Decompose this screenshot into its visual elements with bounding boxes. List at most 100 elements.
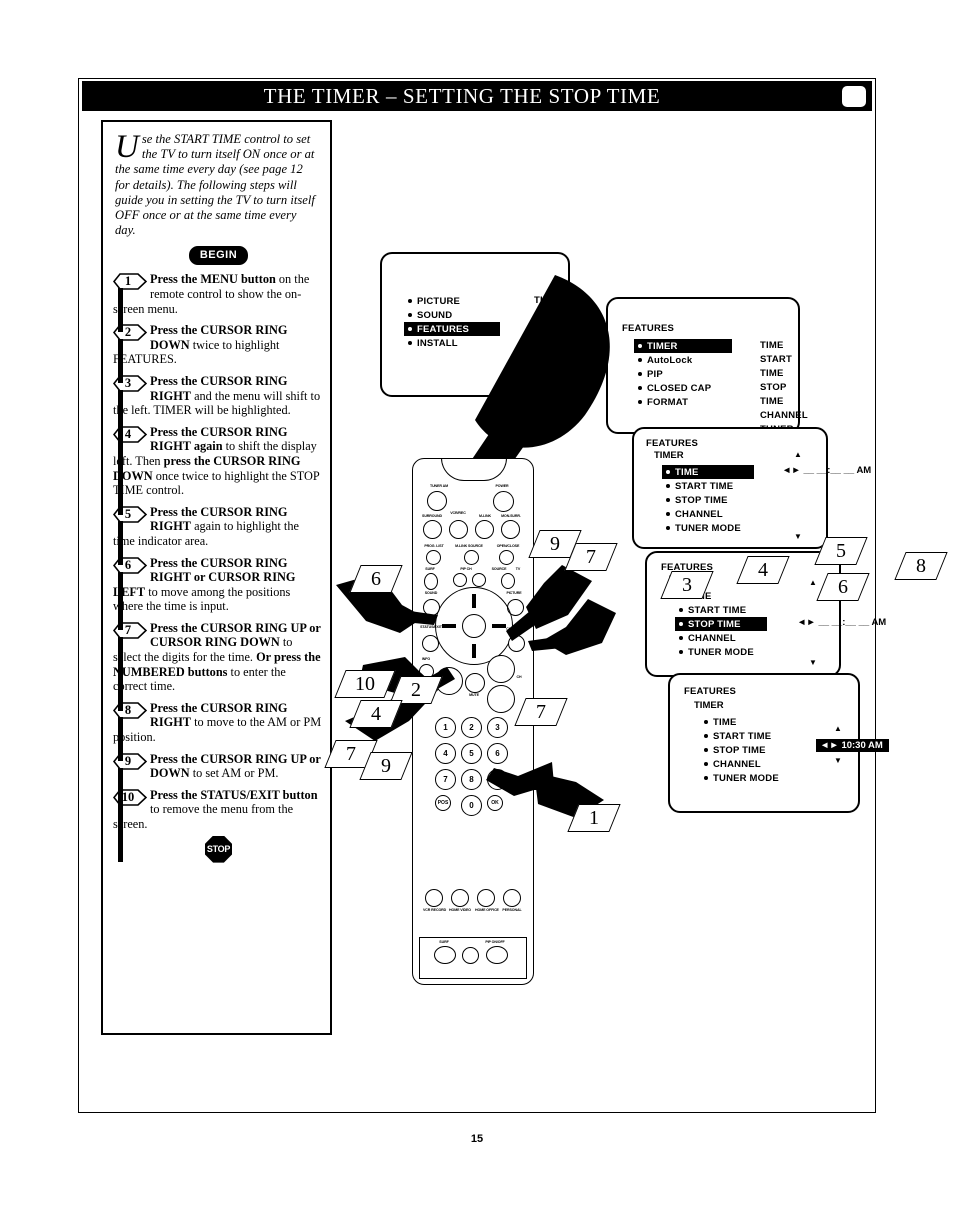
surf-bottom-button[interactable] xyxy=(434,946,456,964)
home-video-macro-button[interactable] xyxy=(451,889,469,907)
timer-set-item-4[interactable]: TUNER MODE xyxy=(700,771,792,785)
page-title-bar: THE TIMER – SETTING THE STOP TIME xyxy=(82,81,842,111)
bullet-icon xyxy=(666,484,670,488)
label-open-close: OPEN/CLOSE xyxy=(496,544,520,548)
cursor-ring[interactable] xyxy=(435,587,513,665)
timer-set-item-0[interactable]: TIME xyxy=(700,715,792,729)
clock-tv-button[interactable] xyxy=(508,635,525,652)
timer-set-item-1[interactable]: START TIME xyxy=(700,729,792,743)
personal-macro-button[interactable] xyxy=(503,889,521,907)
features-item-2[interactable]: PIP xyxy=(634,367,732,381)
timer-time-item-1[interactable]: START TIME xyxy=(662,479,754,493)
timer-time-item-0[interactable]: TIME xyxy=(662,465,754,479)
page-title: THE TIMER – SETTING THE STOP TIME xyxy=(263,83,661,108)
vcr-record-macro-button[interactable] xyxy=(425,889,443,907)
steps-list: 1 Press the MENU button on the remote con… xyxy=(109,272,328,862)
pip-on-off-button[interactable] xyxy=(486,946,508,964)
timer-time-value: ◄► __ __:__ __ AM xyxy=(782,465,872,476)
timer-set-item-2[interactable]: STOP TIME xyxy=(700,743,792,757)
features-item-4[interactable]: FORMAT xyxy=(634,395,732,409)
timer-stop-item-4[interactable]: TUNER MODE xyxy=(675,645,767,659)
timer-stop-item-1[interactable]: START TIME xyxy=(675,603,767,617)
bullet-icon xyxy=(679,608,683,612)
keypad-button-8[interactable]: 8 xyxy=(461,769,482,790)
timer-time-item-3[interactable]: CHANNEL xyxy=(662,507,754,521)
timer-stop-item-2[interactable]: STOP TIME xyxy=(675,617,767,631)
pip-position-button[interactable] xyxy=(462,947,479,964)
keypad-button-2[interactable]: 2 xyxy=(461,717,482,738)
mute-button[interactable] xyxy=(465,673,485,693)
keypad-button-3[interactable]: 3 xyxy=(487,717,508,738)
keypad-button-9[interactable]: 9 xyxy=(487,769,508,790)
up-arrow-icon: ▲ xyxy=(834,724,842,733)
m-link-source-button[interactable] xyxy=(464,550,479,565)
up-arrow-icon: ▲ xyxy=(809,578,817,587)
callout-number: 6 xyxy=(838,576,848,598)
features-sub-3: CHANNEL xyxy=(760,410,808,421)
timer-time-list: TIME START TIME STOP TIME CHANNEL TUNER MODE xyxy=(662,465,754,535)
label-mon-surr: MON.SURR. xyxy=(501,514,521,518)
timer-time-item-2[interactable]: STOP TIME xyxy=(662,493,754,507)
up-arrow-icon: ▲ xyxy=(794,450,802,459)
callout-number: 4 xyxy=(758,559,768,581)
tv-screen-timer-time: FEATURES TIMER TIME START TIME STOP TIME CH… xyxy=(632,427,871,549)
features-sub-2: STOP TIME xyxy=(760,382,787,407)
step-3: 3 Press the CURSOR RING RIGHT and the men… xyxy=(109,374,328,448)
home-office-macro-button[interactable] xyxy=(477,889,495,907)
intro-paragraph: Use the START TIME control to set the TV… xyxy=(109,126,328,238)
channel-up-button[interactable] xyxy=(487,655,515,683)
keypad-button-ok[interactable]: OK xyxy=(487,795,503,811)
keypad-button-pos[interactable]: POS xyxy=(435,795,451,811)
callout-number: 8 xyxy=(916,555,926,577)
tuner-am-button[interactable] xyxy=(427,491,447,511)
label-info: INFO xyxy=(421,657,431,661)
cursor-ring-center[interactable] xyxy=(462,614,486,638)
timer-set-item-3[interactable]: CHANNEL xyxy=(700,757,792,771)
keypad-button-0[interactable]: 0 xyxy=(461,795,482,816)
timer-stop-item-3[interactable]: CHANNEL xyxy=(675,631,767,645)
label-mute: MUTE xyxy=(469,693,479,697)
step-8: 8 Press the CURSOR RING RIGHT to move to … xyxy=(109,701,328,761)
features-item-1[interactable]: AutoLock xyxy=(634,353,732,367)
callout-number: 7 xyxy=(586,546,596,568)
step-6: 6 Press the CURSOR RING RIGHT or CURSOR R… xyxy=(109,556,328,630)
keypad-button-1[interactable]: 1 xyxy=(435,717,456,738)
features-item-0[interactable]: TIMER xyxy=(634,339,732,353)
keypad-button-5[interactable]: 5 xyxy=(461,743,482,764)
bullet-icon xyxy=(704,720,708,724)
label-surf-bottom: SURF xyxy=(439,940,449,944)
pip-ch-down-button[interactable] xyxy=(453,573,467,587)
vcr-record-button[interactable] xyxy=(449,520,468,539)
down-arrow-icon: ▼ xyxy=(834,756,842,765)
features-item-3[interactable]: CLOSED CAP xyxy=(634,381,732,395)
menu-button[interactable] xyxy=(501,573,515,589)
label-tv: TV xyxy=(515,567,521,571)
bullet-icon xyxy=(679,636,683,640)
cursor-ring-down-tick[interactable] xyxy=(472,644,476,658)
timer-time-item-label: TUNER MODE xyxy=(675,522,741,534)
power-button[interactable] xyxy=(493,491,514,512)
channel-down-button[interactable] xyxy=(487,685,515,713)
surround-button[interactable] xyxy=(423,520,442,539)
timer-set-list: TIME START TIME STOP TIME CHANNEL TUNER MODE xyxy=(700,715,792,785)
callout-number: 10 xyxy=(355,673,375,695)
status-exit-button[interactable] xyxy=(422,635,439,652)
timer-set-item-label: CHANNEL xyxy=(713,758,761,770)
callout-number: 3 xyxy=(682,574,692,596)
keypad-button-7[interactable]: 7 xyxy=(435,769,456,790)
m-link-button[interactable] xyxy=(475,520,494,539)
label-status-exit: STATUS/EXIT xyxy=(420,625,442,629)
step-1: 1 Press the MENU button on the remote con… xyxy=(109,272,328,333)
mon-surr-button[interactable] xyxy=(501,520,520,539)
timer-time-item-4[interactable]: TUNER MODE xyxy=(662,521,754,535)
open-close-button[interactable] xyxy=(499,550,514,565)
cursor-ring-up-tick[interactable] xyxy=(472,594,476,608)
prog-list-button[interactable] xyxy=(426,550,441,565)
keypad-button-4[interactable]: 4 xyxy=(435,743,456,764)
timer-set-header: FEATURES xyxy=(684,686,737,697)
surf-button[interactable] xyxy=(424,573,438,590)
pip-ch-up-button[interactable] xyxy=(472,573,486,587)
keypad-button-6[interactable]: 6 xyxy=(487,743,508,764)
step-10: 10 Press the STATUS/EXIT button to remove… xyxy=(109,788,328,862)
timer-time-item-label: STOP TIME xyxy=(675,494,728,506)
